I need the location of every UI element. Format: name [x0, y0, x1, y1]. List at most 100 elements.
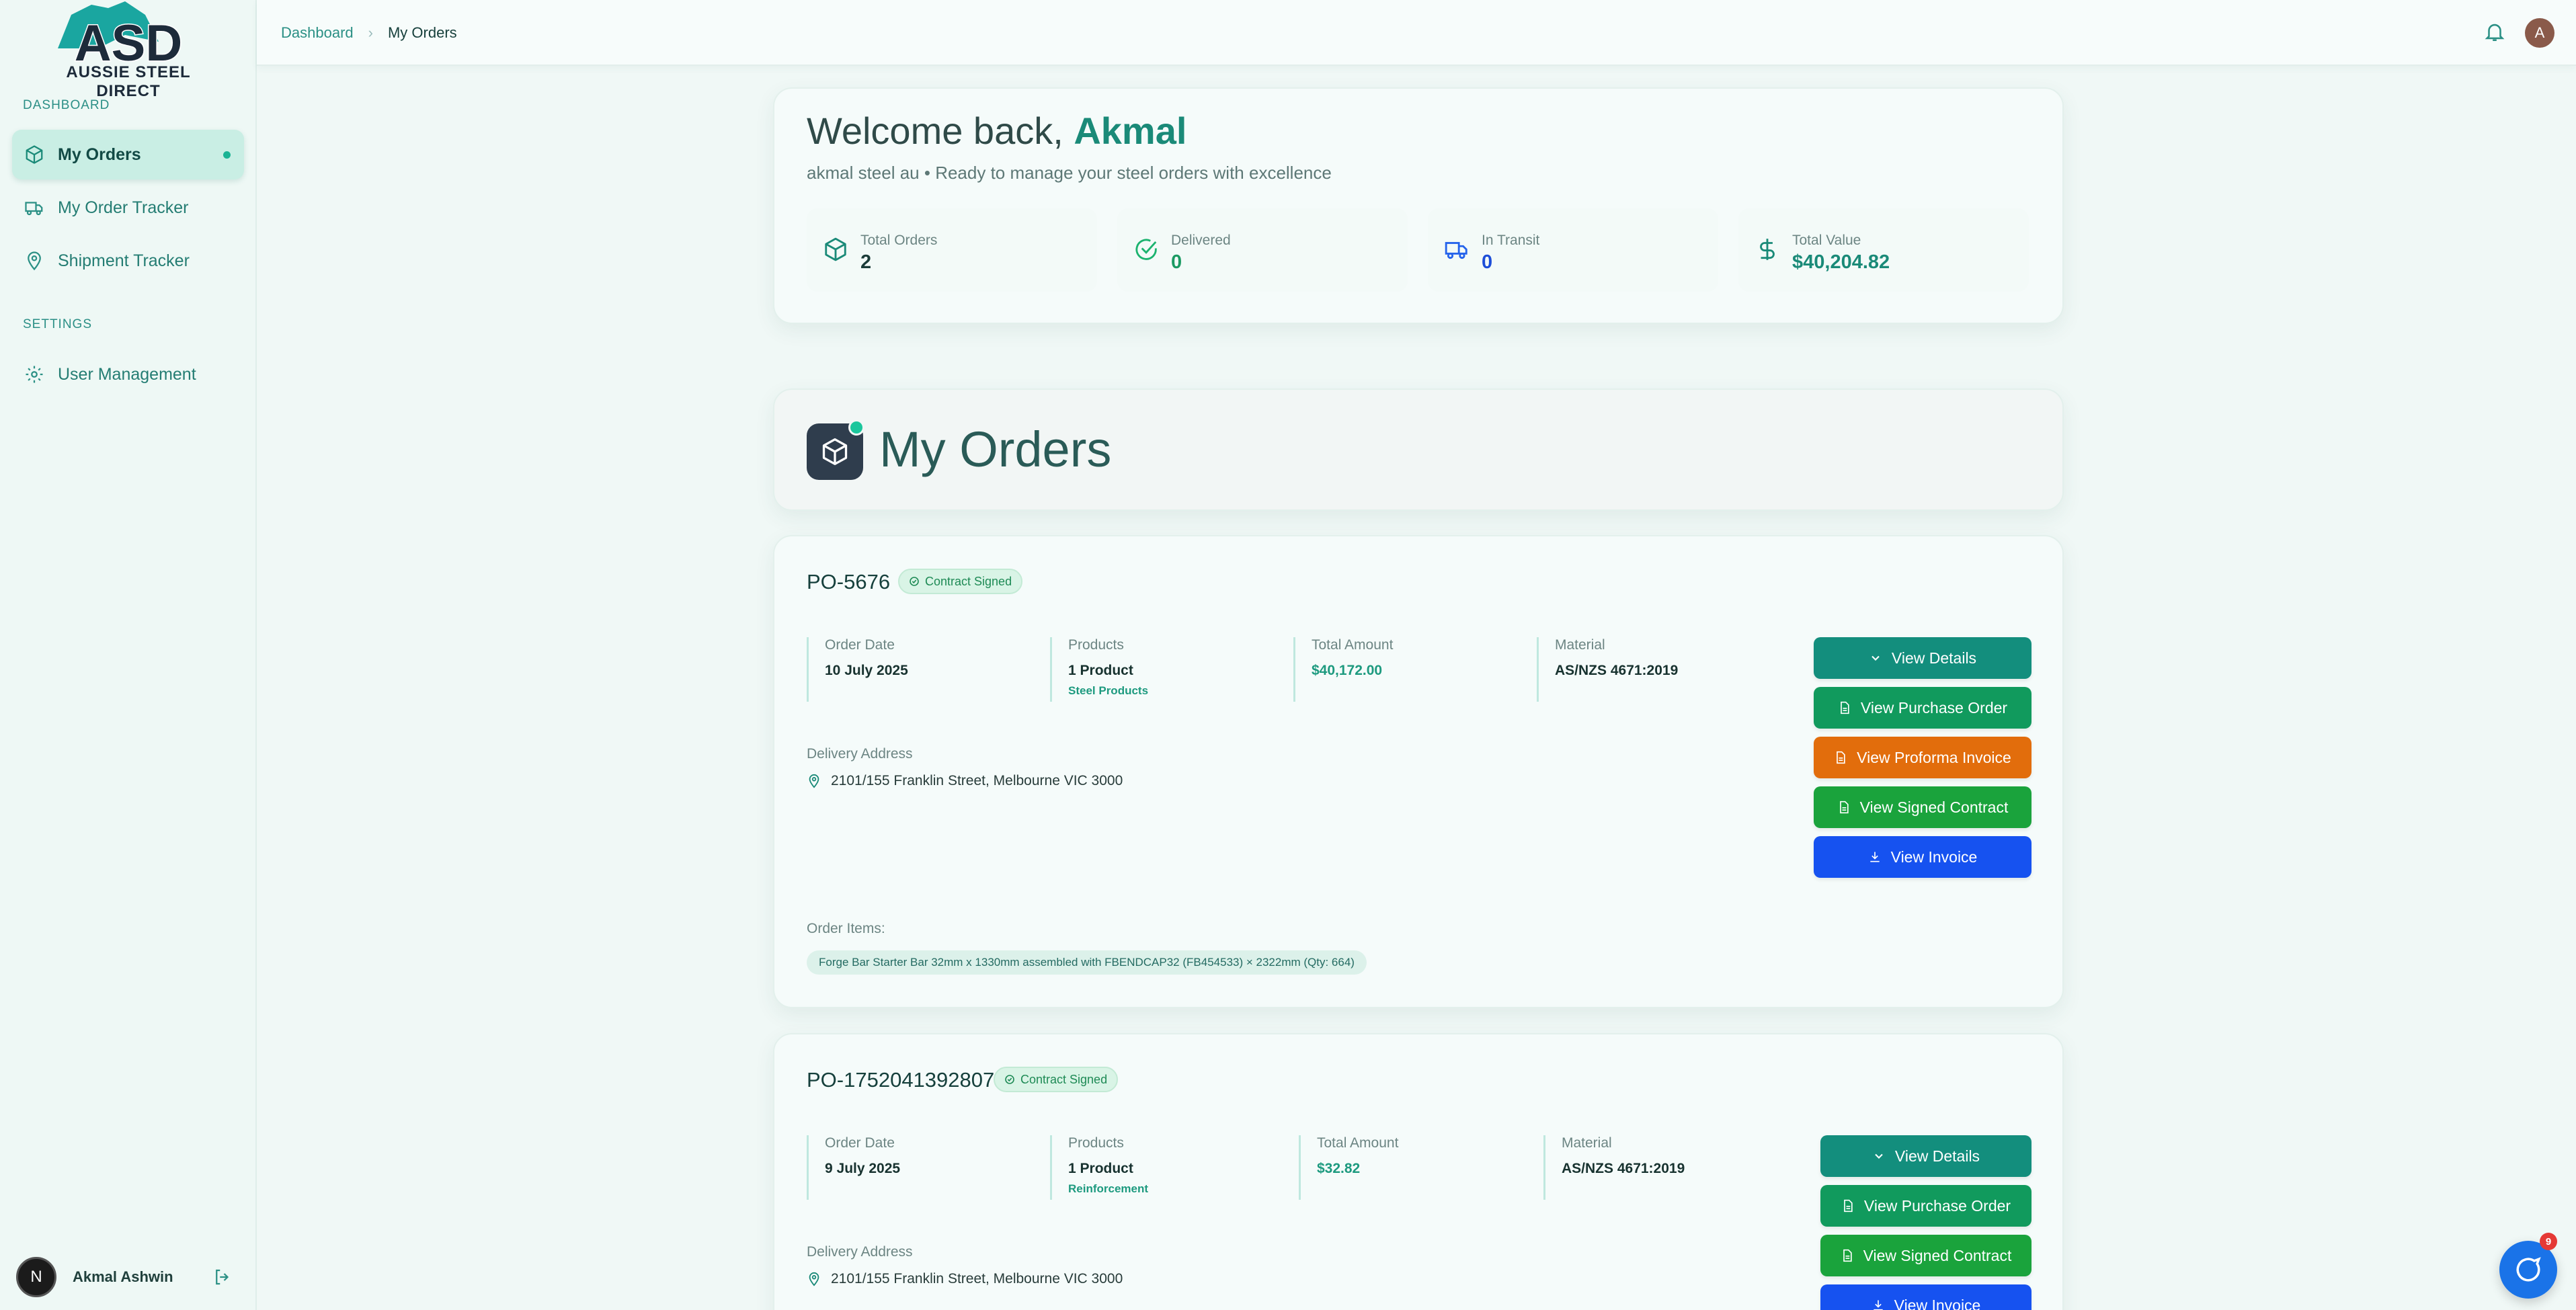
stat-label: Total Orders — [860, 233, 938, 248]
order-card: PO-1752041392807 Contract Signed Order D… — [773, 1033, 2064, 1310]
delivery-address: 2101/155 Franklin Street, Melbourne VIC … — [807, 773, 1123, 789]
field-material: Material AS/NZS 4671:2019 — [1537, 637, 1779, 702]
bell-icon[interactable] — [2483, 20, 2506, 43]
product-category: Reinforcement — [1068, 1182, 1149, 1195]
view-details-button[interactable]: View Details — [1814, 637, 2031, 679]
section-label-dashboard: DASHBOARD — [23, 98, 110, 112]
check-circle-icon — [1005, 1075, 1014, 1084]
stat-total-orders: Total Orders 2 — [807, 208, 1097, 292]
document-icon — [1837, 751, 1845, 764]
delivery-address: 2101/155 Franklin Street, Melbourne VIC … — [807, 1271, 1123, 1287]
status-text: Contract Signed — [1020, 1072, 1108, 1086]
address-text: 2101/155 Franklin Street, Melbourne VIC … — [831, 1271, 1123, 1286]
view-purchase-order-button[interactable]: View Purchase Order — [1820, 1185, 2031, 1227]
sidebar-item-my-orders[interactable]: My Orders — [12, 130, 244, 179]
delivery-address-label: Delivery Address — [807, 746, 913, 762]
truck-icon — [25, 202, 43, 216]
status-badge: Contract Signed — [994, 1067, 1119, 1092]
user-name: Akmal Ashwin — [73, 1268, 173, 1285]
product-category: Steel Products — [1068, 684, 1149, 697]
field-label: Material — [1555, 637, 1605, 653]
field-total-amount: Total Amount $40,172.00 — [1293, 637, 1535, 702]
stat-label: Total Value — [1792, 233, 1861, 248]
field-label: Total Amount — [1317, 1135, 1399, 1151]
view-invoice-button[interactable]: View Invoice — [1820, 1284, 2031, 1310]
download-icon — [1869, 852, 1880, 862]
document-icon — [1843, 1249, 1852, 1262]
field-label: Products — [1068, 637, 1124, 653]
button-label: View Invoice — [1890, 848, 1978, 866]
greeting-text: Welcome back, — [807, 110, 1063, 152]
field-value: $32.82 — [1317, 1161, 1361, 1176]
chevron-down-icon — [1875, 1153, 1883, 1159]
order-card: PO-5676 Contract Signed Order Date 10 Ju… — [773, 535, 2064, 1008]
order-items-label: Order Items: — [807, 921, 885, 936]
view-signed-contract-button[interactable]: View Signed Contract — [1814, 786, 2031, 828]
stat-label: In Transit — [1482, 233, 1540, 248]
field-label: Order Date — [825, 637, 895, 653]
package-icon — [825, 237, 846, 261]
view-signed-contract-button[interactable]: View Signed Contract — [1820, 1235, 2031, 1276]
breadcrumb: Dashboard › My Orders — [281, 24, 457, 42]
view-purchase-order-button[interactable]: View Purchase Order — [1814, 687, 2031, 729]
welcome-heading: Welcome back, Akmal — [807, 109, 1186, 153]
company-logo[interactable]: ASD AUSSIE STEEL DIRECT — [44, 1, 212, 100]
sidebar-item-user-management[interactable]: User Management — [12, 350, 244, 399]
button-label: View Invoice — [1894, 1296, 1981, 1310]
breadcrumb-current: My Orders — [387, 24, 457, 41]
field-order-date: Order Date 10 July 2025 — [807, 637, 1049, 702]
stat-value: 2 — [860, 251, 872, 273]
top-bar: Dashboard › My Orders A — [257, 0, 2576, 66]
stat-value: 0 — [1482, 251, 1493, 273]
field-label: Material — [1562, 1135, 1612, 1151]
chevron-down-icon — [1871, 655, 1880, 661]
logout-icon[interactable] — [212, 1267, 233, 1287]
button-label: View Details — [1894, 1147, 1980, 1165]
view-details-button[interactable]: View Details — [1820, 1135, 2031, 1177]
sidebar-item-label: User Management — [58, 364, 196, 384]
user-profile[interactable]: N Akmal Ashwin — [16, 1257, 245, 1297]
document-icon — [1844, 1199, 1853, 1213]
orders-header: My Orders — [773, 388, 2064, 511]
button-label: View Purchase Order — [1860, 698, 2008, 717]
field-products: Products 1 Product Steel Products — [1050, 637, 1292, 702]
document-icon — [1839, 801, 1849, 814]
section-label-settings: SETTINGS — [23, 317, 93, 331]
view-proforma-invoice-button[interactable]: View Proforma Invoice — [1814, 737, 2031, 778]
sidebar-item-label: My Orders — [58, 145, 141, 164]
order-item-chip: Forge Bar Starter Bar 32mm x 1330mm asse… — [807, 950, 1367, 975]
order-number: PO-1752041392807 — [807, 1068, 995, 1092]
button-label: View Signed Contract — [1859, 798, 2009, 816]
gear-icon — [26, 366, 43, 383]
status-text: Contract Signed — [925, 574, 1012, 588]
avatar[interactable]: N — [16, 1257, 56, 1297]
document-icon — [1841, 701, 1849, 714]
delivery-address-label: Delivery Address — [807, 1244, 913, 1260]
package-icon — [822, 438, 848, 465]
field-value: AS/NZS 4671:2019 — [1555, 663, 1679, 678]
user-first-name: Akmal — [1074, 110, 1187, 152]
field-value: 1 Product — [1068, 663, 1133, 678]
chevron-right-icon: › — [368, 24, 373, 41]
truck-icon — [1445, 242, 1467, 259]
order-number: PO-5676 — [807, 570, 891, 593]
notification-badge: 9 — [2540, 1233, 2557, 1250]
sidebar: ASD AUSSIE STEEL DIRECT DASHBOARD My Ord… — [0, 0, 257, 1310]
check-circle-icon — [910, 577, 919, 586]
field-products: Products 1 Product Reinforcement — [1050, 1135, 1292, 1200]
breadcrumb-dashboard[interactable]: Dashboard — [281, 24, 354, 42]
view-invoice-button[interactable]: View Invoice — [1814, 836, 2031, 878]
stat-in-transit: In Transit 0 — [1428, 208, 1718, 292]
sidebar-item-shipment-tracker[interactable]: Shipment Tracker — [12, 236, 244, 286]
map-pin-icon — [28, 251, 41, 271]
field-order-date: Order Date 9 July 2025 — [807, 1135, 1049, 1200]
status-badge: Contract Signed — [898, 569, 1023, 594]
field-label: Order Date — [825, 1135, 895, 1151]
chat-bubble-icon — [2516, 1257, 2541, 1282]
avatar[interactable]: A — [2525, 18, 2554, 48]
field-material: Material AS/NZS 4671:2019 — [1543, 1135, 1785, 1200]
button-label: View Signed Contract — [1863, 1246, 2012, 1264]
sidebar-item-label: My Order Tracker — [58, 198, 189, 217]
welcome-card: Welcome back, Akmal akmal steel au • Rea… — [773, 87, 2064, 324]
sidebar-item-order-tracker[interactable]: My Order Tracker — [12, 183, 244, 233]
